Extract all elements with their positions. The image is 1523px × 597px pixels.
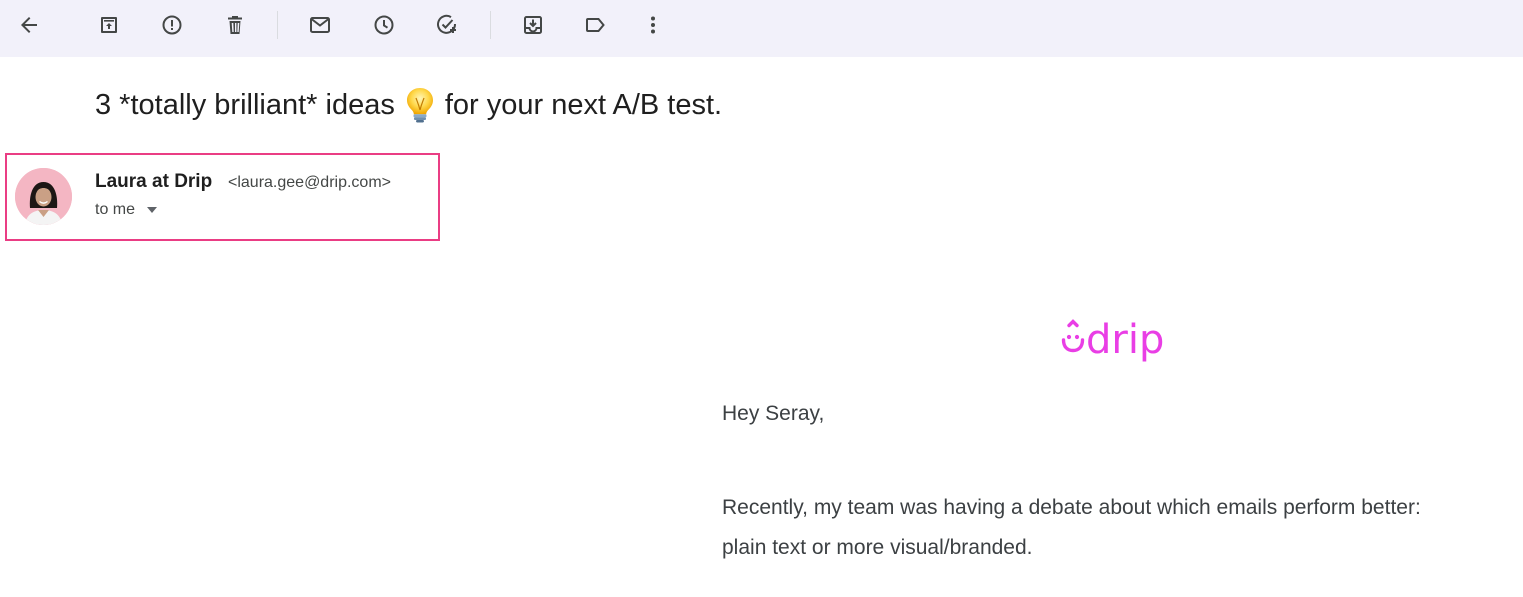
email-toolbar — [0, 0, 1523, 57]
back-button[interactable] — [12, 8, 46, 42]
sender-email: <laura.gee@drip.com> — [228, 174, 391, 191]
move-to-button[interactable] — [516, 8, 550, 42]
add-task-icon — [437, 14, 457, 34]
recipient-details-toggle[interactable]: to me — [95, 201, 158, 219]
trash-icon — [228, 16, 242, 34]
report-spam-icon — [162, 15, 182, 35]
move-to-inbox-icon — [524, 16, 542, 34]
labels-button[interactable] — [578, 8, 612, 42]
toolbar-divider — [277, 11, 278, 39]
subject-text-end: for your next A/B test. — [444, 88, 723, 121]
sender-photo-icon — [15, 168, 72, 225]
email-subject: 3 *totally brilliant* ideas for your nex… — [95, 86, 722, 124]
light-bulb-icon — [406, 88, 433, 123]
delete-button[interactable] — [218, 8, 252, 42]
arrow-left-icon — [21, 17, 37, 33]
caret-down-icon[interactable] — [147, 207, 158, 213]
clock-icon — [374, 15, 394, 35]
label-icon — [586, 18, 605, 32]
more-options-button[interactable] — [636, 8, 670, 42]
toolbar-divider — [490, 11, 491, 39]
email-paragraph-line-2: plain text or more visual/branded. — [722, 536, 1033, 559]
email-greeting: Hey Seray, — [722, 402, 825, 425]
sender-name[interactable]: Laura at Drip — [95, 171, 212, 193]
archive-button[interactable] — [92, 8, 126, 42]
email-paragraph-line-1: Recently, my team was having a debate ab… — [722, 496, 1421, 519]
drip-logo: drip — [1061, 317, 1164, 363]
mail-icon — [310, 17, 330, 33]
logo-text: drip — [1086, 317, 1164, 363]
mark-unread-button[interactable] — [303, 8, 337, 42]
add-to-tasks-button[interactable] — [430, 8, 464, 42]
snooze-button[interactable] — [367, 8, 401, 42]
recipient-label: to me — [95, 201, 136, 218]
subject-text-start: 3 *totally brilliant* ideas — [95, 88, 395, 121]
report-spam-button[interactable] — [155, 8, 189, 42]
more-vert-icon — [651, 16, 655, 34]
archive-icon — [101, 17, 117, 33]
avatar[interactable] — [15, 168, 72, 225]
